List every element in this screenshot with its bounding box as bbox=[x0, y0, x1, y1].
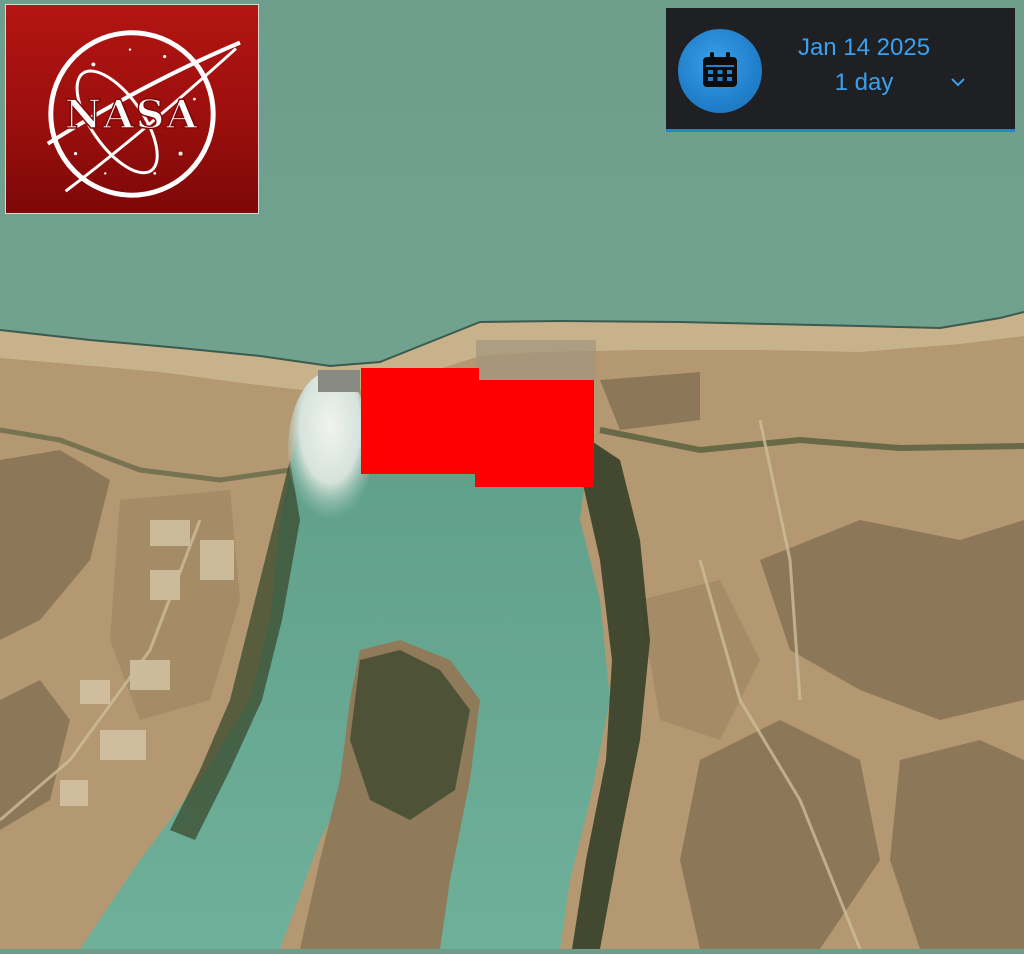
chevron-down-icon[interactable] bbox=[950, 76, 966, 88]
nasa-wordmark: NASA bbox=[65, 92, 199, 138]
current-date[interactable]: Jan 14 2025 bbox=[766, 32, 962, 64]
date-selector-panel[interactable]: Jan 14 2025 1 day bbox=[666, 8, 1015, 132]
redaction-box bbox=[475, 380, 594, 487]
nasa-logo[interactable]: NASA bbox=[5, 4, 259, 214]
time-interval-select[interactable]: 1 day bbox=[766, 68, 962, 98]
calendar-button[interactable] bbox=[678, 29, 762, 113]
redaction-box bbox=[361, 368, 479, 474]
calendar-icon bbox=[703, 52, 737, 87]
